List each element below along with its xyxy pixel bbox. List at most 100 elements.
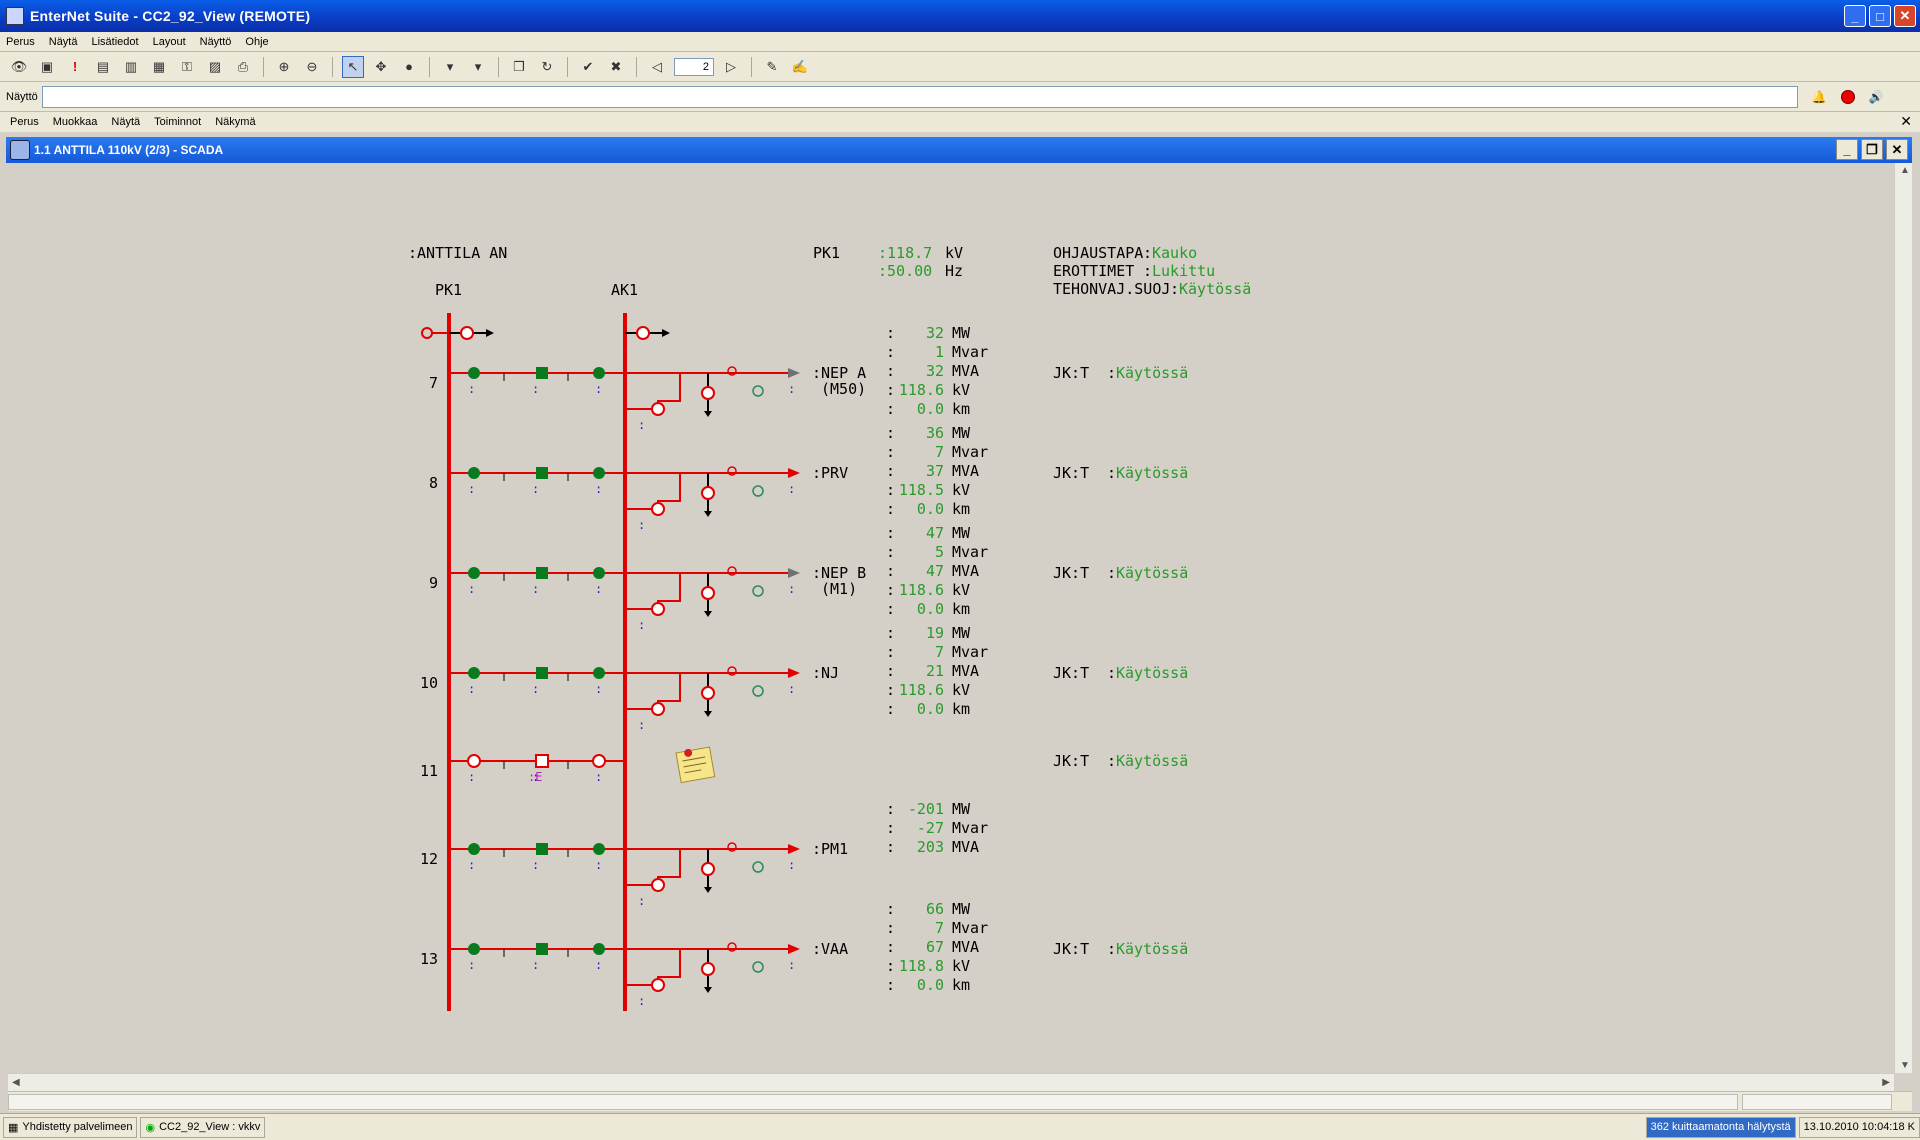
line-disconnector[interactable] xyxy=(701,962,715,976)
close-button[interactable]: ✕ xyxy=(1894,5,1916,27)
disconnector-ak1[interactable] xyxy=(593,567,605,579)
vertical-scrollbar[interactable]: ▲ ▼ xyxy=(1894,163,1912,1073)
image-icon[interactable]: ▨ xyxy=(204,56,226,78)
report-icon[interactable]: ▥ xyxy=(120,56,142,78)
breaker-closed[interactable] xyxy=(536,843,548,855)
window-icon[interactable]: ▣ xyxy=(36,56,58,78)
meas-value[interactable]: 0.0 xyxy=(917,500,944,518)
record-icon[interactable] xyxy=(1840,89,1855,104)
submenu-nayta[interactable]: Näytä xyxy=(111,116,140,128)
zoom-out-icon[interactable]: ⊖ xyxy=(301,56,323,78)
close-child-menu-icon[interactable]: ✕ xyxy=(1900,113,1912,130)
disconnector-ak1[interactable] xyxy=(593,467,605,479)
minimize-button[interactable]: _ xyxy=(1844,5,1866,27)
speaker-icon[interactable]: 🔊 xyxy=(1869,90,1884,104)
layer2-icon[interactable]: ▾ xyxy=(467,56,489,78)
jkt-value[interactable]: Käytössä xyxy=(1116,564,1188,582)
bypass-disconnector[interactable] xyxy=(651,502,665,516)
disconnector-ak1[interactable] xyxy=(593,667,605,679)
menu-nayta[interactable]: Näytä xyxy=(49,36,78,48)
scroll-left-icon[interactable]: ◀ xyxy=(12,1077,20,1088)
edit-icon[interactable]: ✎ xyxy=(761,56,783,78)
meas-value[interactable]: -27 xyxy=(917,819,944,837)
maximize-button[interactable]: □ xyxy=(1869,5,1891,27)
meas-value[interactable]: 0.0 xyxy=(917,976,944,994)
page-number-field[interactable]: 2 xyxy=(674,57,714,76)
jkt-value[interactable]: Käytössä xyxy=(1116,940,1188,958)
meas-value[interactable]: 32 xyxy=(926,362,944,380)
submenu-muokkaa[interactable]: Muokkaa xyxy=(53,116,98,128)
bypass-disconnector[interactable] xyxy=(651,702,665,716)
meas-value[interactable]: 0.0 xyxy=(917,700,944,718)
meas-value[interactable]: 0.0 xyxy=(917,600,944,618)
meas-value[interactable]: 118.6 xyxy=(899,381,944,399)
menu-layout[interactable]: Layout xyxy=(153,36,186,48)
meas-value[interactable]: 37 xyxy=(926,462,944,480)
disconnector-pk1[interactable] xyxy=(468,467,480,479)
refresh-icon[interactable]: ↻ xyxy=(536,56,558,78)
disconnector-pk1[interactable] xyxy=(468,667,480,679)
meas-value[interactable]: 203 xyxy=(917,838,944,856)
line-disconnector[interactable] xyxy=(701,486,715,500)
bypass-disconnector[interactable] xyxy=(651,978,665,992)
child-window-titlebar[interactable]: 1.1 ANTTILA 110kV (2/3) - SCADA _ ❐ ✕ xyxy=(6,137,1912,163)
meas-value[interactable]: 32 xyxy=(926,324,944,342)
bypass-disconnector[interactable] xyxy=(651,878,665,892)
breaker-open[interactable] xyxy=(535,754,549,768)
alarm-count[interactable]: 362 kuittaamatonta hälytystä xyxy=(1645,1116,1796,1138)
zoom-in-icon[interactable]: ⊕ xyxy=(273,56,295,78)
menu-naytto[interactable]: Näyttö xyxy=(200,36,232,48)
print-icon[interactable]: ⎙ xyxy=(232,56,254,78)
jkt-value[interactable]: Käytössä xyxy=(1116,752,1188,770)
meas-value[interactable]: 66 xyxy=(926,900,944,918)
submenu-nakyma[interactable]: Näkymä xyxy=(215,116,255,128)
note-icon[interactable] xyxy=(675,745,716,784)
line-disconnector[interactable] xyxy=(701,686,715,700)
breaker-closed[interactable] xyxy=(536,943,548,955)
jkt-value[interactable]: Käytössä xyxy=(1116,464,1188,482)
status-value[interactable]: Käytössä xyxy=(1179,280,1251,298)
breaker-closed[interactable] xyxy=(536,667,548,679)
line-disconnector[interactable] xyxy=(701,862,715,876)
disconnector-ak1[interactable] xyxy=(593,943,605,955)
next-page-icon[interactable]: ▷ xyxy=(720,56,742,78)
jkt-value[interactable]: Käytössä xyxy=(1116,364,1188,382)
meas-value[interactable]: 118.6 xyxy=(899,681,944,699)
meas-value[interactable]: 7 xyxy=(935,919,944,937)
line-disconnector[interactable] xyxy=(701,386,715,400)
meas-value[interactable]: 118.5 xyxy=(899,481,944,499)
meas-value[interactable]: 21 xyxy=(926,662,944,680)
layer-icon[interactable]: ▾ xyxy=(439,56,461,78)
submenu-toiminnot[interactable]: Toiminnot xyxy=(154,116,201,128)
disconnector-ak1[interactable] xyxy=(593,367,605,379)
check-icon[interactable]: ✔ xyxy=(577,56,599,78)
meas-value[interactable]: 7 xyxy=(935,643,944,661)
single-line-diagram[interactable]: :ANTTILA AN PK1 AK1 PK1 :118.7 kV :50.00… xyxy=(8,163,1894,1073)
breaker-closed[interactable] xyxy=(536,567,548,579)
pan-icon[interactable]: ✥ xyxy=(370,56,392,78)
meas-value[interactable]: 36 xyxy=(926,424,944,442)
bus-hz-value[interactable]: :50.00 xyxy=(878,262,932,280)
disconnector-pk1[interactable] xyxy=(468,367,480,379)
table-icon[interactable]: ▤ xyxy=(92,56,114,78)
status-value[interactable]: Lukittu xyxy=(1152,262,1215,280)
meas-value[interactable]: -201 xyxy=(908,800,944,818)
scroll-right-icon[interactable]: ▶ xyxy=(1882,1077,1890,1088)
breaker-closed[interactable] xyxy=(536,467,548,479)
scroll-down-icon[interactable]: ▼ xyxy=(1900,1060,1910,1071)
meas-value[interactable]: 19 xyxy=(926,624,944,642)
meas-value[interactable]: 47 xyxy=(926,524,944,542)
scroll-up-icon[interactable]: ▲ xyxy=(1900,165,1910,176)
eye-icon[interactable]: 👁 xyxy=(8,56,30,78)
key-icon[interactable]: ⚿ xyxy=(176,56,198,78)
disconnector-pk1[interactable] xyxy=(467,754,481,768)
command-input[interactable] xyxy=(41,85,1798,108)
scada-canvas[interactable]: :ANTTILA AN PK1 AK1 PK1 :118.7 kV :50.00… xyxy=(8,163,1894,1073)
meas-value[interactable]: 67 xyxy=(926,938,944,956)
child-minimize-button[interactable]: _ xyxy=(1836,139,1858,160)
note-icon[interactable]: ✍ xyxy=(789,56,811,78)
jkt-value[interactable]: Käytössä xyxy=(1116,664,1188,682)
prev-page-icon[interactable]: ◁ xyxy=(646,56,668,78)
cancel-icon[interactable]: ✖ xyxy=(605,56,627,78)
meas-value[interactable]: 0.0 xyxy=(917,400,944,418)
